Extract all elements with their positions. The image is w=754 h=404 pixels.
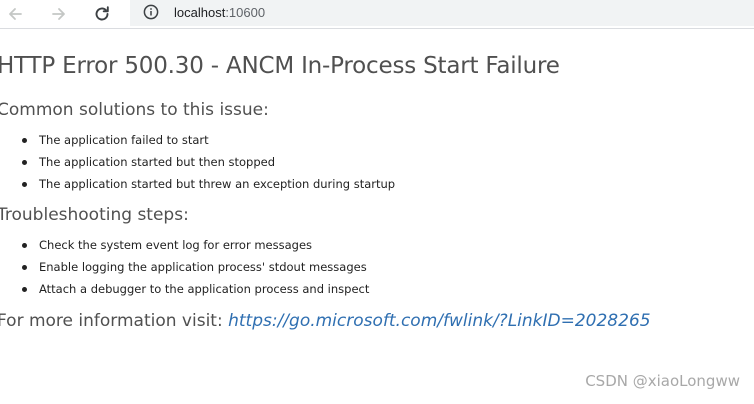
back-button[interactable] [3, 2, 27, 26]
url-text[interactable]: localhost:10600 [174, 5, 265, 20]
back-arrow-icon [9, 8, 22, 20]
reload-button[interactable] [90, 2, 114, 26]
info-circle-icon[interactable] [143, 4, 159, 20]
troubleshooting-heading: Troubleshooting steps: [0, 205, 189, 225]
forward-button[interactable] [47, 2, 71, 26]
address-bar[interactable]: localhost:10600 [130, 0, 754, 26]
list-item: The application started but threw an exc… [22, 173, 754, 195]
list-item: Check the system event log for error mes… [22, 234, 754, 256]
list-item: Enable logging the application process' … [22, 256, 754, 278]
watermark: CSDN @xiaoLongww [585, 372, 740, 390]
more-info-link[interactable]: https://go.microsoft.com/fwlink/?LinkID=… [228, 311, 650, 331]
solutions-heading: Common solutions to this issue: [0, 100, 269, 120]
error-page-content: HTTP Error 500.30 - ANCM In-Process Star… [0, 50, 754, 334]
list-item: Attach a debugger to the application pro… [22, 278, 754, 300]
list-item: The application started but then stopped [22, 151, 754, 173]
troubleshooting-list: Check the system event log for error mes… [0, 234, 754, 300]
reload-icon [95, 6, 109, 21]
forward-arrow-icon [52, 8, 65, 20]
more-info-label: For more information visit: [0, 311, 229, 331]
url-host: localhost [174, 5, 226, 20]
solutions-list: The application failed to start The appl… [0, 129, 754, 195]
more-info-line: For more information visit: https://go.m… [0, 308, 754, 334]
list-item: The application failed to start [22, 129, 754, 151]
browser-toolbar: localhost:10600 [0, 0, 754, 29]
page-title: HTTP Error 500.30 - ANCM In-Process Star… [0, 53, 560, 79]
url-port: :10600 [225, 5, 266, 20]
